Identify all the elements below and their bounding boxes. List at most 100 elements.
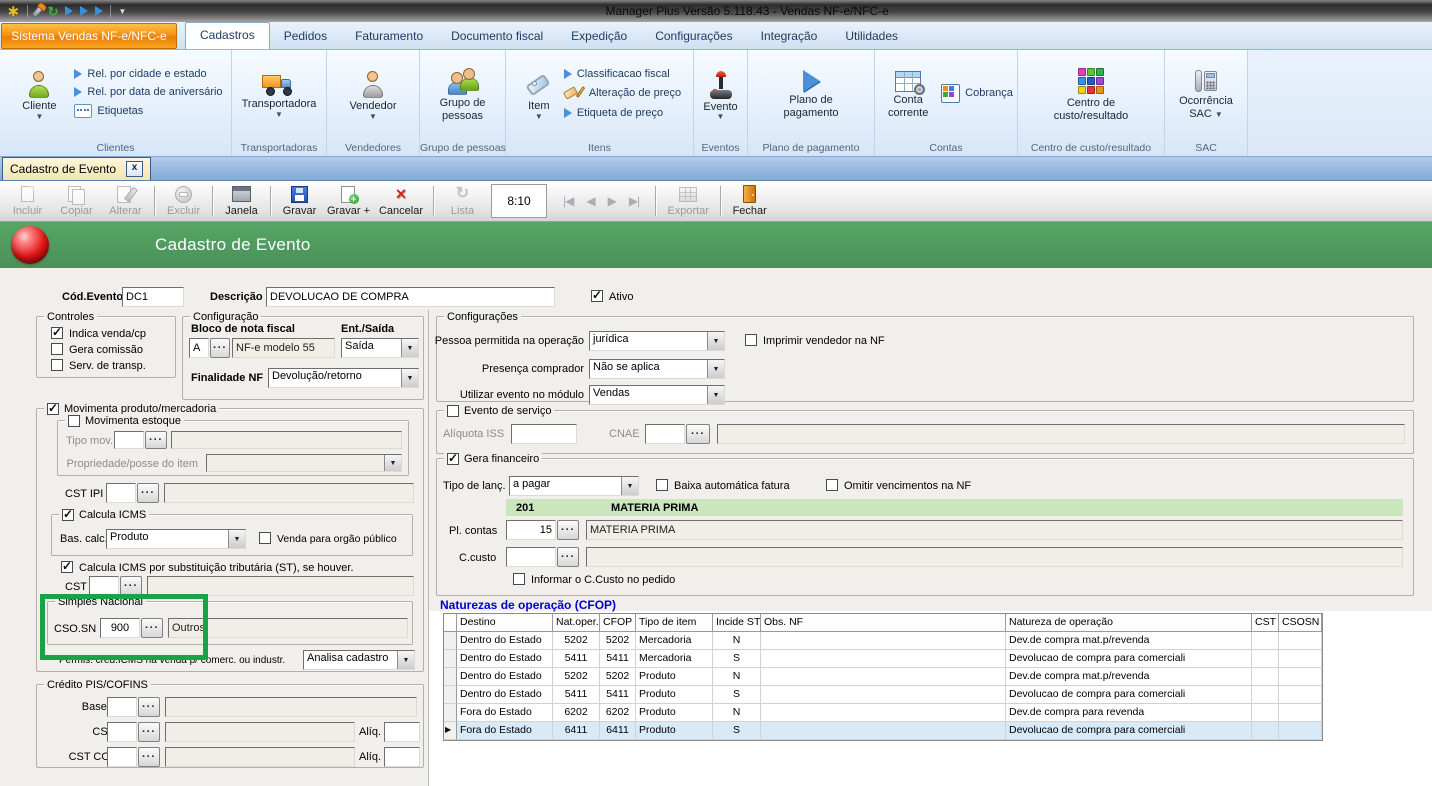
grid-cell[interactable]: Produto — [636, 668, 713, 686]
ent-saida-select[interactable]: Saída▼ — [341, 338, 419, 358]
grid-cell-selected[interactable]: 6411 — [600, 722, 636, 740]
grid-cell[interactable]: 5411 — [553, 686, 600, 704]
grid-cell[interactable]: 5202 — [553, 632, 600, 650]
c-custo-input[interactable] — [506, 547, 556, 567]
cst-cofins-input[interactable] — [107, 747, 137, 767]
run-icon[interactable] — [65, 6, 73, 16]
gravar-button[interactable]: Gravar — [275, 183, 324, 220]
movimenta-checkbox[interactable] — [47, 403, 59, 415]
excluir-button[interactable]: Excluir — [159, 183, 208, 220]
tab-pedidos[interactable]: Pedidos — [270, 24, 341, 49]
grid-cell[interactable]: Dev.de compra mat.p/revenda — [1006, 632, 1252, 650]
col-header-cst[interactable]: CST — [1252, 614, 1279, 632]
col-header-cfop[interactable]: CFOP — [600, 614, 636, 632]
doc-tab-cadastro-evento[interactable]: Cadastro de Evento x — [2, 157, 151, 180]
grid-cell[interactable] — [761, 650, 1006, 668]
grid-cell[interactable] — [761, 668, 1006, 686]
row-selector[interactable] — [444, 650, 457, 668]
wrench-icon[interactable] — [31, 4, 45, 19]
grid-cell[interactable] — [1252, 632, 1279, 650]
descricao-input[interactable] — [266, 287, 555, 307]
movimenta-estoque-checkbox[interactable] — [68, 415, 80, 427]
base-calc-input[interactable] — [107, 697, 137, 717]
incluir-button[interactable]: Incluir — [3, 183, 52, 220]
aliq-pis-input[interactable] — [384, 722, 420, 742]
pessoa-permitida-select[interactable]: jurídica▼ — [589, 331, 725, 351]
grid-cell[interactable]: Dentro do Estado — [457, 686, 553, 704]
tab-faturamento[interactable]: Faturamento — [341, 24, 437, 49]
c-custo-lookup-button[interactable]: ··· — [557, 547, 579, 567]
row-selector[interactable] — [444, 704, 457, 722]
informar-ccusto-checkbox[interactable] — [513, 573, 525, 585]
grid-cell[interactable] — [1279, 704, 1322, 722]
calcula-icms-checkbox[interactable] — [62, 509, 74, 521]
col-header-natureza[interactable]: Natureza de operação — [1006, 614, 1252, 632]
cst-pis-lookup-button[interactable]: ··· — [138, 722, 160, 742]
row-selector[interactable] — [444, 632, 457, 650]
item-button[interactable]: Item ▼ — [518, 67, 560, 119]
col-header-obs-nf[interactable]: Obs. NF — [761, 614, 1006, 632]
grupo-pessoas-button[interactable]: Grupo de pessoas — [427, 63, 499, 122]
cso-sn-input[interactable] — [100, 618, 140, 638]
ativo-checkbox[interactable] — [591, 290, 603, 302]
grid-cell-selected[interactable]: S — [713, 722, 761, 740]
copiar-button[interactable]: Copiar — [52, 183, 101, 220]
cst-cofins-lookup-button[interactable]: ··· — [138, 747, 160, 767]
grid-cell[interactable]: N — [713, 704, 761, 722]
grid-cell[interactable]: 5202 — [600, 668, 636, 686]
grid-cell[interactable] — [761, 686, 1006, 704]
serv-transp-checkbox[interactable] — [51, 359, 63, 371]
grid-cell[interactable]: N — [713, 632, 761, 650]
tab-expedicao[interactable]: Expedição — [557, 24, 641, 49]
grid-cell[interactable]: Dev.de compra para revenda — [1006, 704, 1252, 722]
pl-contas-lookup-button[interactable]: ··· — [557, 520, 579, 540]
cfop-grid[interactable]: Destino Nat.oper. CFOP Tipo de item Inci… — [443, 613, 1323, 741]
tab-utilidades[interactable]: Utilidades — [831, 24, 912, 49]
grid-cell[interactable]: N — [713, 668, 761, 686]
grid-cell[interactable] — [1279, 632, 1322, 650]
gera-financeiro-checkbox[interactable] — [447, 453, 459, 465]
transportadora-button[interactable]: Transportadora ▼ — [242, 69, 317, 117]
grid-cell[interactable] — [1252, 650, 1279, 668]
row-selector[interactable] — [444, 668, 457, 686]
grid-cell[interactable] — [761, 704, 1006, 722]
cst-input[interactable] — [89, 576, 119, 596]
vendedor-button[interactable]: Vendedor ▼ — [349, 67, 396, 119]
aliquota-iss-input[interactable] — [511, 424, 577, 444]
first-record-icon[interactable]: |◀ — [563, 194, 573, 208]
previous-record-icon[interactable]: ◀ — [586, 194, 594, 208]
run-icon[interactable] — [95, 6, 103, 16]
grid-cell[interactable]: S — [713, 686, 761, 704]
grid-cell[interactable]: Devolucao de compra para comerciali — [1006, 686, 1252, 704]
grid-cell[interactable]: 5202 — [553, 668, 600, 686]
grid-cell[interactable]: Dentro do Estado — [457, 650, 553, 668]
cobranca-button[interactable]: Cobrança — [941, 84, 1013, 103]
cod-evento-input[interactable] — [122, 287, 184, 307]
propriedade-select[interactable]: ▼ — [206, 454, 402, 472]
grid-cell[interactable]: 5411 — [553, 650, 600, 668]
last-record-icon[interactable]: ▶| — [629, 194, 639, 208]
bloco-lookup-button[interactable]: ··· — [210, 338, 230, 358]
grid-cell[interactable] — [761, 632, 1006, 650]
cancelar-button[interactable]: ×Cancelar — [373, 183, 429, 220]
tab-cadastros[interactable]: Cadastros — [185, 22, 270, 49]
grid-cell[interactable]: Dentro do Estado — [457, 668, 553, 686]
grid-cell-selected[interactable]: Fora do Estado — [457, 722, 553, 740]
grid-cell[interactable]: Produto — [636, 704, 713, 722]
col-header-incide-st[interactable]: Incide ST — [713, 614, 761, 632]
indica-venda-checkbox[interactable] — [51, 327, 63, 339]
imprimir-vendedor-checkbox[interactable] — [745, 334, 757, 346]
lista-button[interactable]: ↻Lista — [438, 183, 487, 220]
refresh-icon[interactable]: ↻ — [48, 5, 59, 18]
classificacao-fiscal-button[interactable]: Classificacao fiscal — [564, 68, 681, 80]
grid-cell-selected[interactable]: Devolucao de compra para comerciali — [1006, 722, 1252, 740]
grid-cell[interactable]: Fora do Estado — [457, 704, 553, 722]
rel-aniversario-button[interactable]: Rel. por data de aniversário — [74, 86, 222, 98]
baixa-automatica-checkbox[interactable] — [656, 479, 668, 491]
row-selector[interactable] — [444, 686, 457, 704]
finalidade-select[interactable]: Devolução/retorno▼ — [268, 368, 419, 388]
grid-cell[interactable] — [1279, 668, 1322, 686]
grid-cell-selected[interactable] — [1252, 722, 1279, 740]
etiqueta-preco-button[interactable]: Etiqueta de preço — [564, 107, 681, 119]
grid-cell[interactable]: 6202 — [553, 704, 600, 722]
